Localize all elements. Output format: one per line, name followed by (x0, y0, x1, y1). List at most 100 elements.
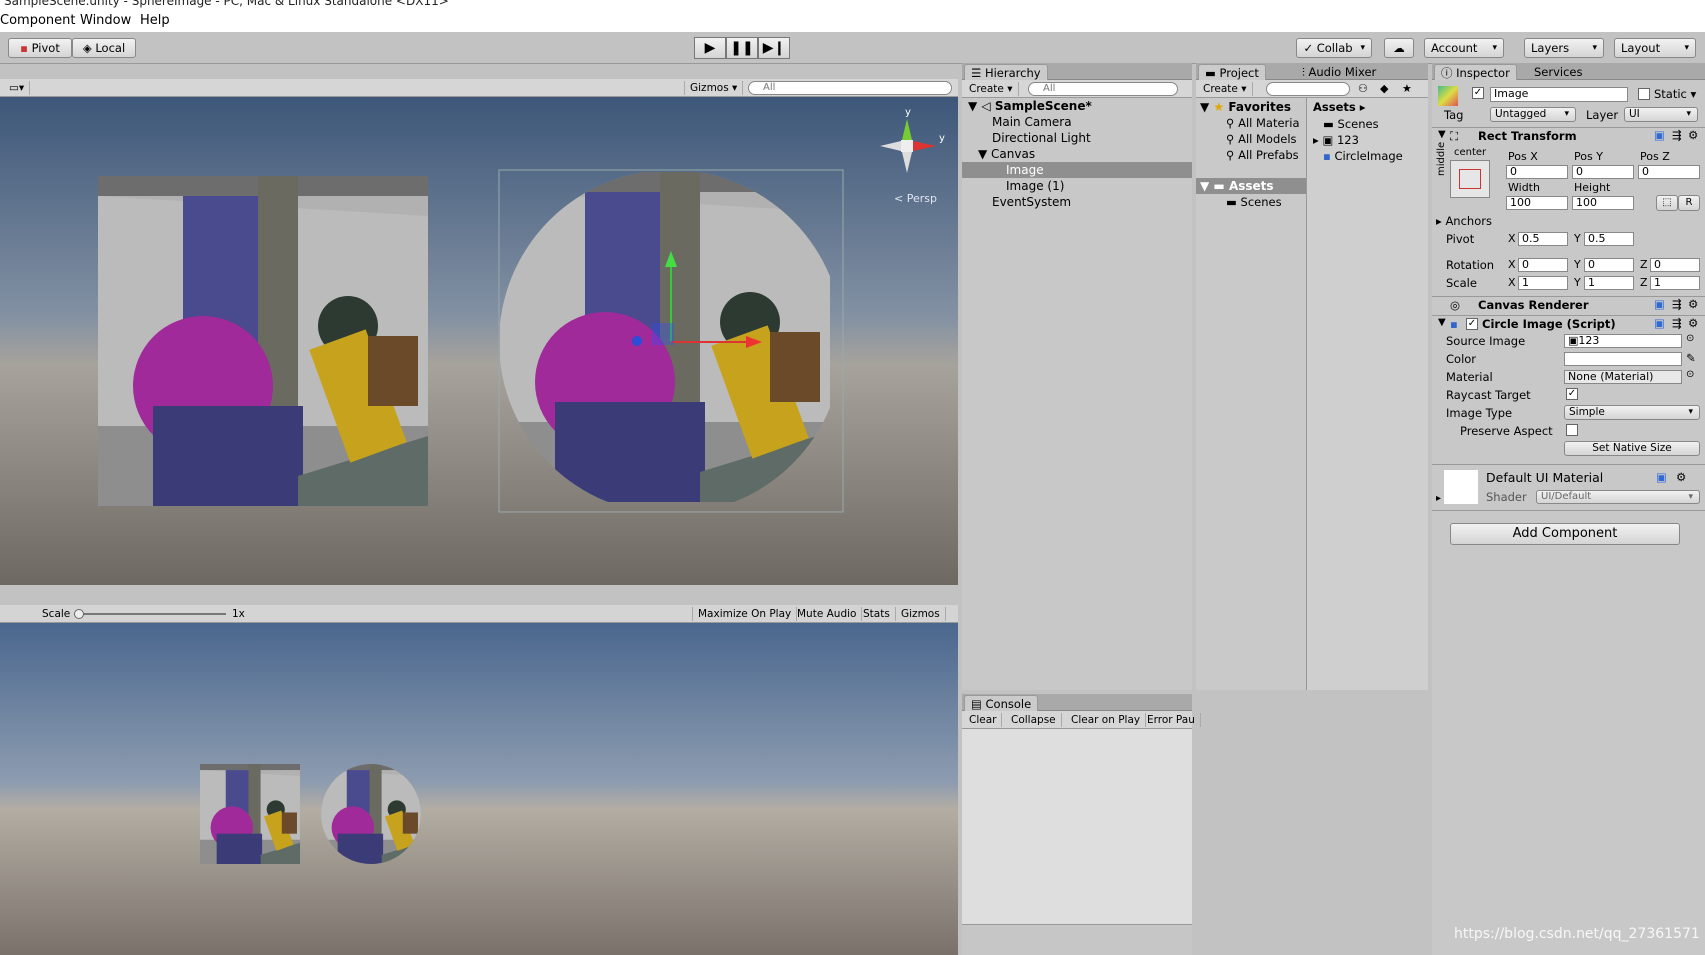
game-viewport[interactable] (0, 623, 958, 955)
gear-icon[interactable]: ⚙ (1688, 128, 1698, 142)
hierarchy-item-eventsystem[interactable]: EventSystem (992, 195, 1071, 210)
scene-search-input[interactable]: All (748, 81, 952, 95)
menu-component[interactable]: Component (0, 13, 75, 28)
posy-field[interactable]: 0 (1572, 165, 1634, 179)
canvas-renderer-header[interactable]: ◎ Canvas Renderer ▣ ⇶ ⚙ (1432, 296, 1705, 314)
project-create-button[interactable]: Create ▾ (1198, 82, 1253, 96)
active-checkbox[interactable]: ✓ (1472, 87, 1484, 99)
console-log-area[interactable] (962, 729, 1192, 924)
eyedropper-icon[interactable]: ✎ (1686, 351, 1696, 365)
color-field[interactable] (1564, 352, 1682, 366)
console-error-pause-button[interactable]: Error Pau (1142, 713, 1201, 727)
tab-services[interactable]: Services (1528, 64, 1589, 80)
tab-inspector[interactable]: ⓘ Inspector (1434, 64, 1517, 80)
preset-icon[interactable]: ⇶ (1672, 297, 1682, 311)
anchors-foldout[interactable]: ▸ Anchors (1436, 214, 1492, 228)
favorite-all-prefabs[interactable]: ⚲ All Prefabs (1226, 148, 1299, 163)
raycast-target-checkbox[interactable]: ✓ (1566, 388, 1578, 400)
tag-dropdown[interactable]: Untagged (1490, 107, 1576, 122)
layer-dropdown[interactable]: UI (1624, 107, 1698, 122)
blueprint-mode-button[interactable]: ⬚ (1656, 195, 1678, 211)
console-collapse-button[interactable]: Collapse (1006, 713, 1062, 727)
circle-image-enabled-checkbox[interactable]: ✓ (1466, 318, 1478, 330)
scene-gizmos-dropdown[interactable]: Gizmos ▾ (684, 81, 744, 95)
layout-dropdown[interactable]: Layout (1614, 38, 1696, 58)
circle-image-header[interactable]: ▼ ▪ ✓ Circle Image (Script) ▣ ⇶ ⚙ (1432, 315, 1705, 333)
pivot-x-field[interactable]: 0.5 (1518, 232, 1568, 246)
favorites-folder[interactable]: ▼ ★ Favorites (1200, 100, 1291, 115)
rotation-y-field[interactable]: 0 (1584, 258, 1634, 272)
account-dropdown[interactable]: Account (1424, 38, 1504, 58)
filter-label-icon[interactable]: ◆ (1380, 82, 1388, 95)
preserve-aspect-checkbox[interactable] (1566, 424, 1578, 436)
object-picker-icon[interactable]: ⊙ (1686, 369, 1694, 380)
pivot-y-field[interactable]: 0.5 (1584, 232, 1634, 246)
width-field[interactable]: 100 (1506, 196, 1568, 210)
layers-dropdown[interactable]: Layers (1524, 38, 1604, 58)
asset-scenes[interactable]: ▬ Scenes (1323, 117, 1379, 132)
hierarchy-item-main-camera[interactable]: Main Camera (992, 115, 1072, 130)
material-field[interactable]: None (Material) (1564, 370, 1682, 384)
hierarchy-item-directional-light[interactable]: Directional Light (992, 131, 1091, 146)
help-icon[interactable]: ▣ (1654, 128, 1665, 142)
hierarchy-item-image[interactable]: Image (1006, 163, 1044, 178)
collab-button[interactable]: ✓ Collab (1296, 38, 1372, 58)
raw-edit-button[interactable]: R (1678, 195, 1700, 211)
gear-icon[interactable]: ⚙ (1688, 316, 1698, 330)
shader-dropdown[interactable]: UI/Default (1536, 490, 1700, 504)
object-picker-icon[interactable]: ⊙ (1686, 333, 1694, 344)
height-field[interactable]: 100 (1572, 196, 1634, 210)
console-clear-on-play-button[interactable]: Clear on Play (1066, 713, 1147, 727)
tab-project[interactable]: ▬ Project (1198, 64, 1266, 80)
scenes-folder[interactable]: ▬ Scenes (1226, 195, 1282, 210)
help-icon[interactable]: ▣ (1656, 470, 1667, 484)
filter-type-icon[interactable]: ⚇ (1358, 82, 1368, 95)
scale-z-field[interactable]: 1 (1650, 276, 1700, 290)
hierarchy-item-image-1[interactable]: Image (1) (1006, 179, 1064, 194)
rotation-z-field[interactable]: 0 (1650, 258, 1700, 272)
object-name-field[interactable]: Image (1490, 87, 1628, 102)
console-clear-button[interactable]: Clear (964, 713, 1003, 727)
pause-button[interactable]: ❚❚ (726, 37, 758, 59)
assets-folder[interactable]: ▼ ▬ Assets (1200, 179, 1274, 194)
material-foldout-icon[interactable]: ▸ (1436, 493, 1441, 504)
perspective-label[interactable]: < Persp (894, 192, 937, 205)
favorite-all-materials[interactable]: ⚲ All Materia (1226, 116, 1300, 131)
game-scale-slider[interactable] (78, 613, 226, 615)
favorite-star-icon[interactable]: ★ (1402, 82, 1412, 95)
tab-console[interactable]: ▤ Console (964, 695, 1039, 711)
add-component-button[interactable]: Add Component (1450, 523, 1680, 545)
tab-hierarchy[interactable]: ☰ Hierarchy (964, 64, 1048, 80)
cloud-button[interactable]: ☁ (1384, 38, 1414, 58)
local-button[interactable]: ◈ Local (72, 38, 136, 58)
posx-field[interactable]: 0 (1506, 165, 1568, 179)
project-search-input[interactable] (1266, 82, 1350, 96)
step-button[interactable]: ▶❙ (758, 37, 790, 59)
asset-circleimage[interactable]: ▪ CircleImage (1323, 149, 1403, 164)
gear-icon[interactable]: ⚙ (1676, 470, 1686, 484)
mute-audio-button[interactable]: Mute Audio (792, 607, 863, 621)
scale-x-field[interactable]: 1 (1518, 276, 1568, 290)
rotation-x-field[interactable]: 0 (1518, 258, 1568, 272)
play-button[interactable]: ▶ (694, 37, 726, 59)
tab-audio-mixer[interactable]: ⫶ Audio Mixer (1296, 64, 1382, 80)
help-icon[interactable]: ▣ (1654, 297, 1665, 311)
help-icon[interactable]: ▣ (1654, 316, 1665, 330)
posz-field[interactable]: 0 (1638, 165, 1700, 179)
menu-window[interactable]: Window (80, 13, 131, 28)
set-native-size-button[interactable]: Set Native Size (1564, 441, 1700, 456)
anchor-presets-button[interactable] (1450, 160, 1490, 198)
hierarchy-search-input[interactable]: All (1028, 82, 1178, 96)
hierarchy-create-button[interactable]: Create ▾ (964, 82, 1019, 96)
hierarchy-item-canvas[interactable]: ▼ Canvas (978, 147, 1035, 162)
gear-icon[interactable]: ⚙ (1688, 297, 1698, 311)
menu-help[interactable]: Help (140, 13, 170, 28)
scale-y-field[interactable]: 1 (1584, 276, 1634, 290)
preset-icon[interactable]: ⇶ (1672, 128, 1682, 142)
source-image-field[interactable]: ▣123 (1564, 334, 1682, 348)
static-checkbox[interactable] (1638, 88, 1650, 100)
static-label[interactable]: Static ▾ (1654, 87, 1696, 101)
asset-123[interactable]: ▸ ▣ 123 (1313, 133, 1359, 148)
favorite-all-models[interactable]: ⚲ All Models (1226, 132, 1297, 147)
game-scale-slider-handle[interactable] (74, 609, 84, 619)
